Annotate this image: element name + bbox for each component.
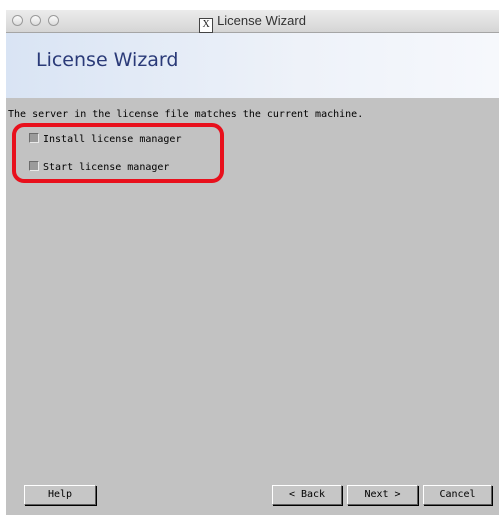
status-message: The server in the license file matches t… xyxy=(8,109,364,120)
wizard-banner: License Wizard xyxy=(6,33,499,98)
window-title-area: X License Wizard xyxy=(6,13,499,33)
help-button[interactable]: Help xyxy=(24,485,96,505)
cancel-button[interactable]: Cancel xyxy=(423,485,492,505)
window-title: License Wizard xyxy=(217,13,306,28)
next-button[interactable]: Next > xyxy=(347,485,418,505)
back-button[interactable]: < Back xyxy=(272,485,342,505)
banner-title: License Wizard xyxy=(36,49,179,71)
annotation-highlight xyxy=(12,123,224,183)
license-wizard-window: X License Wizard License Wizard The serve… xyxy=(6,10,499,515)
title-bar[interactable]: X License Wizard xyxy=(6,10,499,33)
x11-app-icon: X xyxy=(199,18,214,33)
